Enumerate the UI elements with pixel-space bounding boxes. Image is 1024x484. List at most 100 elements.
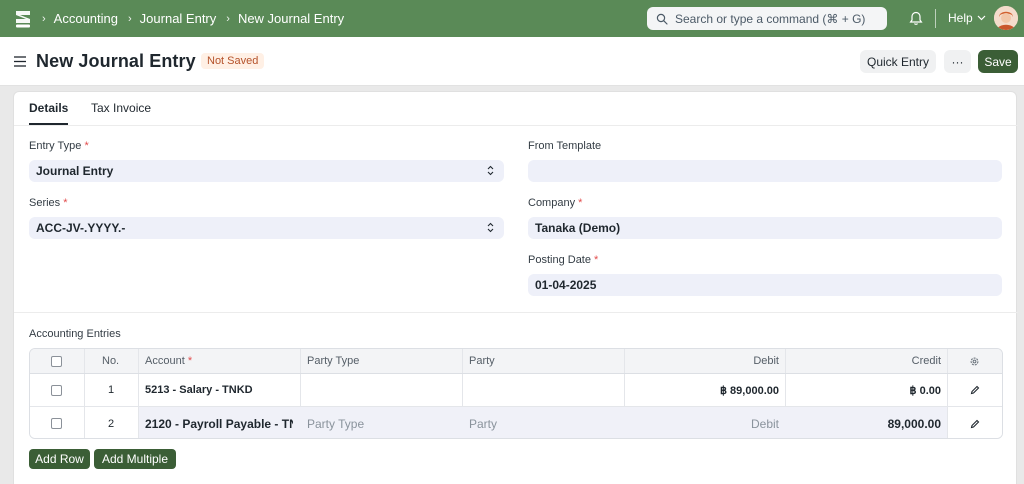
debit-input[interactable]: Debit	[624, 407, 779, 438]
row-number: 2	[108, 417, 115, 430]
chevron-right-icon: ›	[226, 12, 230, 25]
breadcrumb-accounting[interactable]: Accounting	[54, 11, 118, 26]
column-settings[interactable]	[969, 349, 980, 373]
table-row[interactable]: 2 2120 - Payroll Payable - TNKD Party Ty…	[30, 407, 1002, 438]
column-party: Party	[469, 355, 495, 367]
series-select[interactable]: ACC-JV-.YYYY.-	[29, 217, 504, 239]
page-header: New Journal Entry Not Saved Quick Entry …	[0, 37, 1024, 86]
row-select-cell	[51, 407, 62, 438]
tab-tax-invoice[interactable]: Tax Invoice	[91, 101, 151, 115]
row-select-cell	[51, 374, 62, 406]
column-party-type: Party Type	[307, 355, 360, 367]
column-divider	[138, 407, 139, 438]
party-type-cell[interactable]	[307, 374, 457, 406]
gear-icon	[970, 357, 979, 365]
company-field[interactable]: Tanaka (Demo)	[528, 217, 1002, 239]
add-row-button[interactable]: Add Row	[29, 449, 90, 469]
table-header: No. Account * Party Type Party Debit Cre…	[30, 349, 1002, 374]
more-actions-button[interactable]: ···	[944, 50, 971, 73]
search-input[interactable]: Search or type a command (⌘ + G)	[647, 7, 887, 30]
posting-date-value: 01-04-2025	[535, 278, 597, 292]
required-marker: *	[578, 197, 583, 209]
accounting-entries-label: Accounting Entries	[29, 328, 121, 340]
select-all-cell	[51, 349, 62, 373]
column-account: Account *	[145, 349, 192, 373]
active-tab-indicator	[29, 123, 68, 125]
column-divider	[84, 349, 85, 373]
posting-date-label-text: Posting Date	[528, 254, 591, 266]
posting-date-field[interactable]: 01-04-2025	[528, 274, 1002, 296]
column-divider	[138, 349, 139, 373]
column-divider	[300, 374, 301, 406]
form-tabs: Details Tax Invoice	[14, 92, 1018, 126]
account-cell[interactable]: 5213 - Salary - TNKD	[145, 374, 253, 406]
company-value: Tanaka (Demo)	[535, 221, 621, 235]
breadcrumb-new-journal-entry[interactable]: New Journal Entry	[238, 11, 344, 26]
search-icon	[656, 13, 668, 25]
status-badge: Not Saved	[201, 53, 265, 69]
credit-input[interactable]: 89,000.00	[785, 407, 941, 438]
column-divider	[300, 349, 301, 373]
column-divider	[947, 407, 948, 438]
chevron-right-icon: ›	[128, 12, 132, 25]
section-divider	[14, 312, 1018, 313]
entry-type-label: Entry Type *	[29, 140, 89, 152]
column-divider	[462, 374, 463, 406]
row-checkbox[interactable]	[51, 384, 62, 396]
company-label-text: Company	[528, 197, 576, 209]
from-template-label: From Template	[528, 140, 602, 152]
column-debit: Debit	[753, 355, 779, 367]
column-divider	[84, 407, 85, 438]
entry-type-label-text: Entry Type	[29, 140, 82, 152]
column-divider	[138, 374, 139, 406]
from-template-field[interactable]	[528, 160, 1002, 182]
party-input[interactable]: Party	[469, 407, 497, 438]
breadcrumb-journal-entry[interactable]: Journal Entry	[140, 11, 217, 26]
help-dropdown[interactable]: Help	[948, 11, 986, 25]
breadcrumb: › Accounting › Journal Entry › New Journ…	[42, 0, 354, 37]
posting-date-label: Posting Date *	[528, 254, 598, 266]
column-divider	[947, 349, 948, 373]
navbar-divider	[935, 9, 936, 28]
save-button[interactable]: Save	[978, 50, 1018, 73]
page-title: New Journal Entry	[36, 51, 196, 71]
series-value: ACC-JV-.YYYY.-	[36, 221, 126, 235]
form-card: Details Tax Invoice Entry Type * Journal…	[13, 91, 1018, 484]
edit-row-button[interactable]	[970, 407, 980, 438]
tab-details[interactable]: Details	[29, 101, 68, 115]
party-type-input[interactable]: Party Type	[307, 407, 364, 438]
column-account-text: Account	[145, 355, 185, 367]
search-placeholder: Search or type a command (⌘ + G)	[675, 11, 866, 26]
avatar[interactable]	[994, 6, 1018, 30]
party-cell[interactable]	[469, 374, 619, 406]
row-checkbox[interactable]	[51, 418, 62, 429]
required-marker: *	[84, 140, 89, 152]
credit-cell[interactable]: ฿ 0.00	[785, 374, 941, 406]
account-input[interactable]: 2120 - Payroll Payable - TNKD	[145, 407, 293, 438]
entry-type-value: Journal Entry	[36, 164, 114, 178]
app-logo-icon[interactable]	[14, 9, 32, 29]
sidebar-toggle-icon[interactable]	[14, 56, 26, 67]
column-credit: Credit	[911, 355, 941, 367]
add-multiple-button[interactable]: Add Multiple	[94, 449, 176, 469]
edit-row-button[interactable]	[970, 374, 980, 406]
series-label: Series *	[29, 197, 68, 209]
chevron-right-icon: ›	[42, 12, 46, 25]
quick-entry-button[interactable]: Quick Entry	[860, 50, 937, 73]
row-number: 1	[108, 384, 115, 396]
notification-bell-icon[interactable]	[909, 11, 923, 26]
debit-cell[interactable]: ฿ 89,000.00	[624, 374, 779, 406]
select-arrows-icon	[487, 222, 494, 233]
required-marker: *	[63, 197, 68, 209]
top-navbar: › Accounting › Journal Entry › New Journ…	[0, 0, 1024, 37]
accounts-table: No. Account * Party Type Party Debit Cre…	[29, 348, 1003, 439]
column-no: No.	[102, 355, 120, 367]
help-label: Help	[948, 11, 973, 25]
select-arrows-icon	[487, 165, 494, 176]
series-label-text: Series	[29, 197, 61, 209]
table-row[interactable]: 1 5213 - Salary - TNKD ฿ 89,000.00 ฿ 0.0…	[30, 374, 1002, 407]
column-divider	[462, 349, 463, 373]
pencil-icon	[970, 385, 980, 395]
entry-type-select[interactable]: Journal Entry	[29, 160, 504, 182]
select-all-checkbox[interactable]	[51, 355, 62, 367]
